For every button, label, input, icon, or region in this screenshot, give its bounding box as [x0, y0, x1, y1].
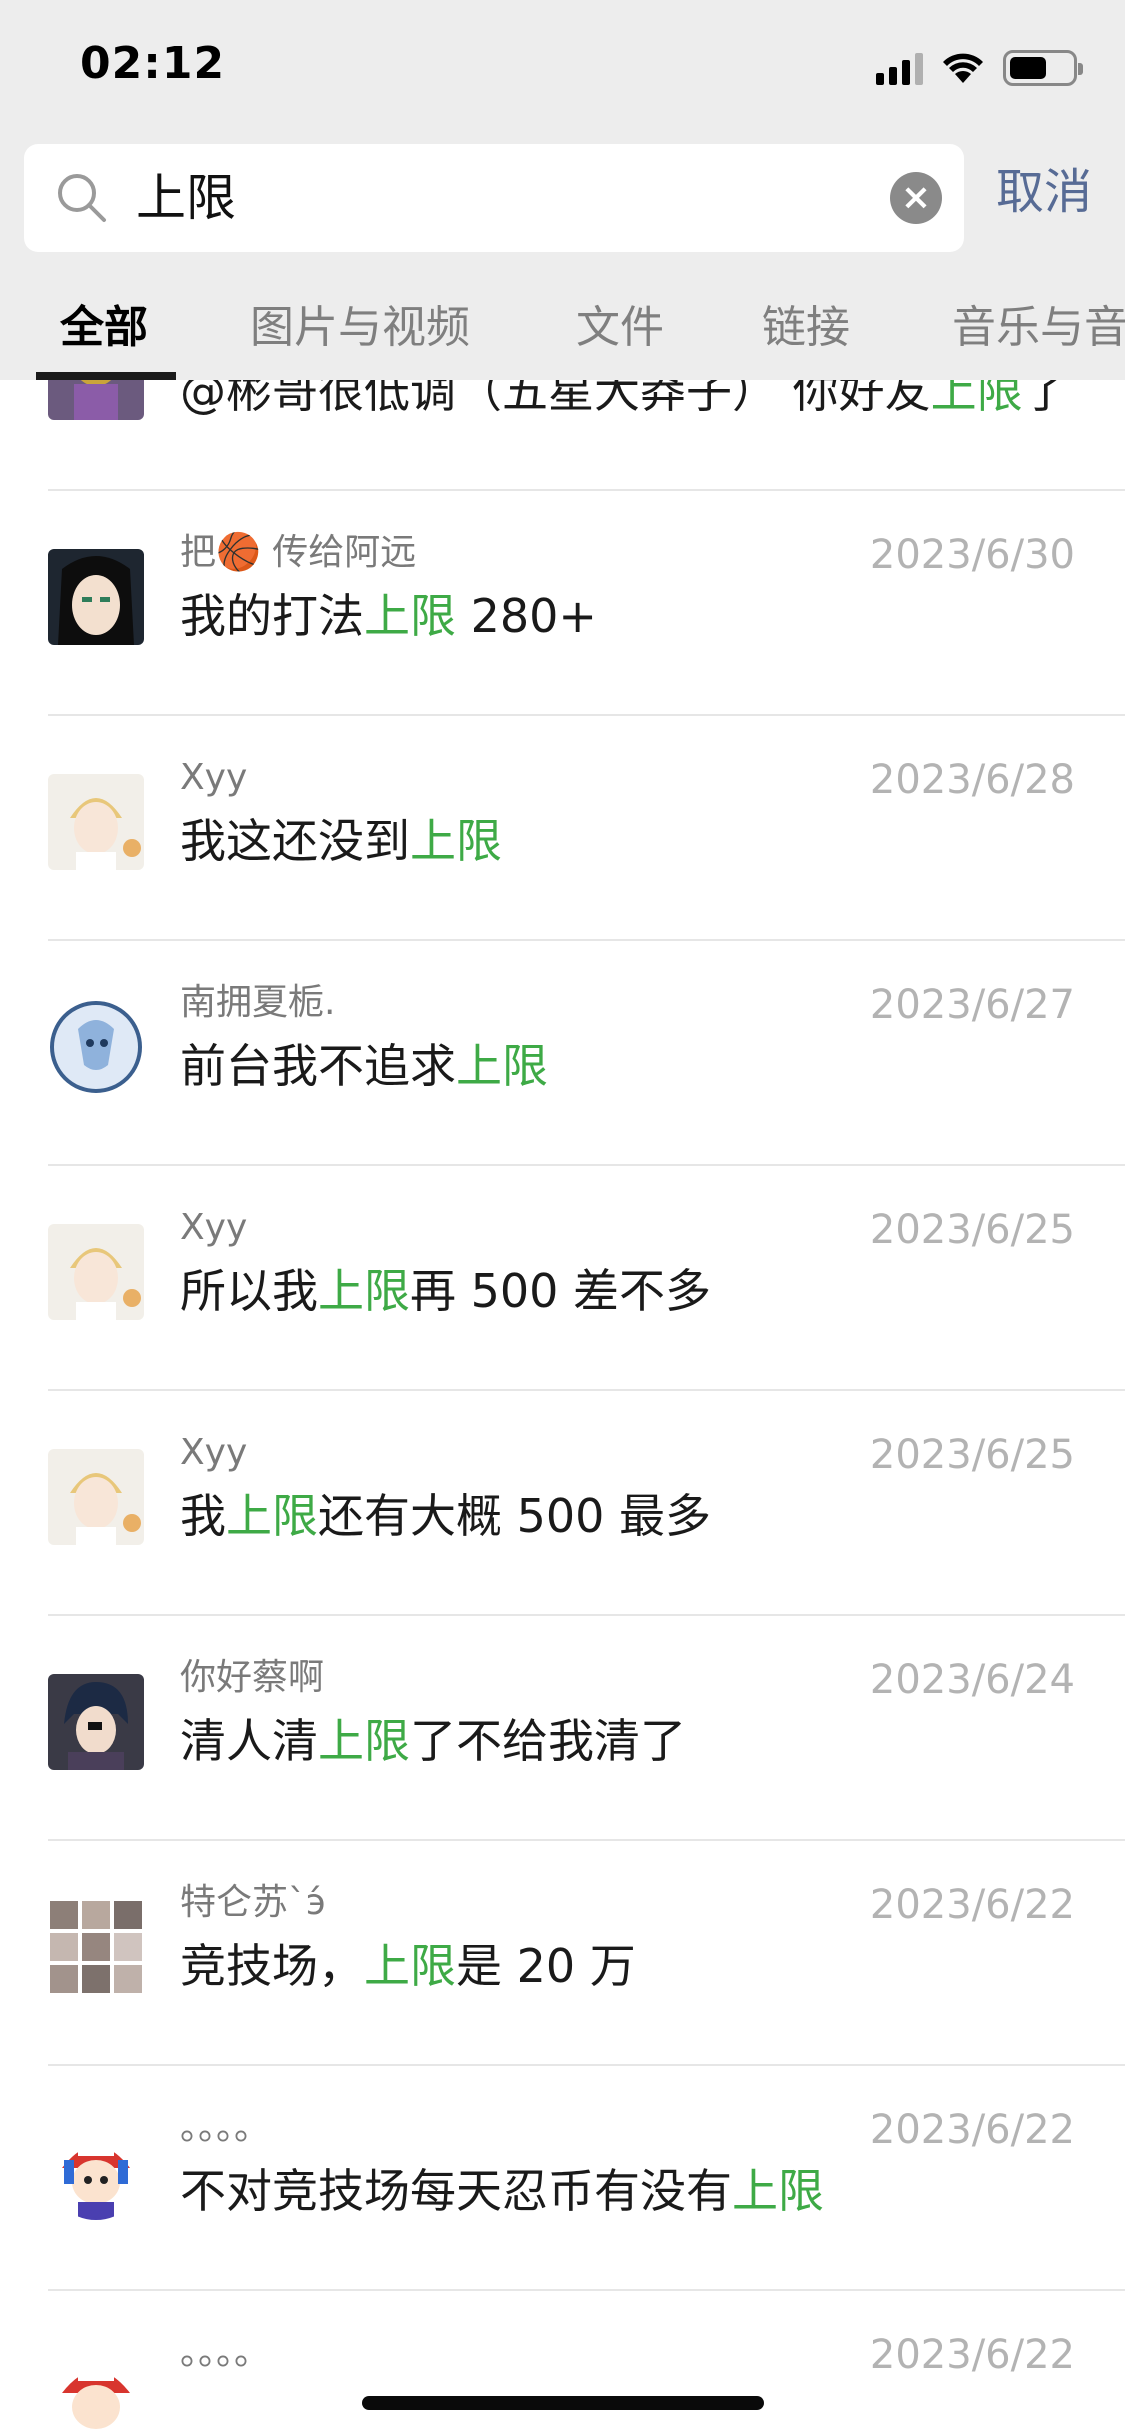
message-snippet: 不对竞技场每天忍币有没有上限	[180, 2162, 824, 2220]
battery-level	[1010, 57, 1046, 79]
avatar[interactable]	[48, 1224, 144, 1320]
sender-name: 特仑苏ˋэ́	[180, 1882, 326, 1923]
message-date: 2023/6/25	[869, 1207, 1075, 1253]
snippet-text: 了不给我清了	[410, 1714, 686, 1768]
result-item[interactable]: Xyy 2023/6/25 我上限还有大概 500 最多	[0, 1391, 1125, 1616]
message-date: 2023/6/22	[869, 2332, 1075, 2378]
result-item[interactable]: Xyy 2023/6/28 我这还没到上限	[0, 716, 1125, 941]
snippet-text: 再 500 差不多	[410, 1264, 712, 1318]
result-item[interactable]: 特仑苏ˋэ́ 2023/6/22 竞技场，上限是 20 万	[0, 1841, 1125, 2066]
result-item[interactable]: 你好蔡啊 2023/6/24 清人清上限了不给我清了	[0, 1616, 1125, 1841]
sender-name: 。。。。	[180, 2332, 271, 2373]
avatar[interactable]	[48, 1449, 144, 1545]
sender-name: Xyy	[180, 757, 248, 798]
message-date: 2023/6/24	[869, 1657, 1075, 1703]
snippet-text: 清人清	[180, 1714, 318, 1768]
message-date: 2023/6/27	[869, 982, 1075, 1028]
message-snippet: 清人清上限了不给我清了	[180, 1712, 686, 1770]
keyword-highlight: 上限	[410, 814, 502, 868]
tab-all[interactable]: 全部	[60, 300, 148, 356]
result-item[interactable]: Xyy 2023/6/25 所以我上限再 500 差不多	[0, 1166, 1125, 1391]
keyword-highlight: 上限	[930, 380, 1023, 418]
keyword-highlight: 上限	[318, 1264, 410, 1318]
search-results-list[interactable]: YJM 私教工作室-言熙星期日@彬哥很低调（五星大莽子） 你好友上限了把🏀 传给…	[0, 380, 1125, 2436]
status-icons	[876, 50, 1083, 86]
keyword-highlight: 上限	[364, 589, 456, 643]
keyword-highlight: 上限	[732, 2164, 824, 2218]
sender-name: 你好蔡啊	[180, 1657, 325, 1698]
home-indicator[interactable]	[362, 2396, 764, 2410]
avatar[interactable]	[48, 1899, 144, 1995]
search-query[interactable]: 上限	[136, 168, 236, 228]
message-date: 2023/6/30	[869, 532, 1075, 578]
message-snippet: 竞技场，上限是 20 万	[180, 1937, 636, 1995]
tab-links[interactable]: 链接	[762, 300, 850, 356]
message-date: 2023/6/28	[869, 757, 1075, 803]
tab-music[interactable]: 音乐与音	[952, 300, 1125, 356]
message-date: 2023/6/22	[869, 2107, 1075, 2153]
search-icon	[58, 174, 106, 222]
message-snippet: 所以我上限再 500 差不多	[180, 1262, 711, 1320]
keyword-highlight: 上限	[456, 1039, 548, 1093]
status-bar: 02:12	[0, 0, 1125, 132]
keyword-highlight: 上限	[226, 1489, 318, 1543]
result-item[interactable]: 南拥夏栀. 2023/6/27 前台我不追求上限	[0, 941, 1125, 1166]
snippet-text: 前台我不追求	[180, 1039, 456, 1093]
search-bar: 上限 × 取消	[0, 132, 1125, 252]
avatar[interactable]	[48, 1674, 144, 1770]
snippet-text: 所以我	[180, 1264, 318, 1318]
avatar[interactable]	[48, 549, 144, 645]
result-item[interactable]: YJM 私教工作室-言熙星期日@彬哥很低调（五星大莽子） 你好友上限了	[0, 380, 1125, 491]
wifi-icon	[943, 53, 983, 83]
sender-name: 。。。。	[180, 2107, 271, 2148]
message-snippet: 我的打法上限 280+	[180, 587, 597, 645]
keyword-highlight: 上限	[364, 1939, 456, 1993]
avatar[interactable]	[48, 999, 144, 1095]
snippet-text: 我	[180, 1489, 226, 1543]
close-icon[interactable]: ×	[890, 172, 942, 224]
snippet-text: 我这还没到	[180, 814, 410, 868]
cancel-button[interactable]: 取消	[996, 162, 1092, 222]
snippet-text: 不对竞技场每天忍币有没有	[180, 2164, 732, 2218]
avatar[interactable]	[48, 774, 144, 870]
snippet-text: 是 20 万	[456, 1939, 636, 1993]
status-time: 02:12	[80, 38, 226, 89]
result-item[interactable]: 。。。。 2023/6/22 不对竞技场每天忍币有没有上限	[0, 2066, 1125, 2291]
tab-files[interactable]: 文件	[576, 300, 664, 356]
message-date: 2023/6/25	[869, 1432, 1075, 1478]
tab-images-videos[interactable]: 图片与视频	[250, 300, 470, 356]
cellular-signal-icon	[876, 51, 923, 85]
message-date: 2023/6/22	[869, 1882, 1075, 1928]
avatar[interactable]	[48, 2124, 144, 2220]
message-snippet: 我上限还有大概 500 最多	[180, 1487, 711, 1545]
sender-name: Xyy	[180, 1207, 248, 1248]
avatar[interactable]	[48, 2349, 144, 2436]
snippet-text: 我的打法	[180, 589, 364, 643]
battery-icon	[1003, 50, 1083, 86]
message-snippet: 前台我不追求上限	[180, 1037, 548, 1095]
result-item[interactable]: 。。。。 2023/6/22	[0, 2291, 1125, 2436]
snippet-text: 竞技场，	[180, 1939, 364, 1993]
sender-name: 南拥夏栀.	[180, 982, 336, 1023]
category-tabs: 全部 图片与视频 文件 链接 音乐与音	[0, 252, 1125, 380]
avatar[interactable]	[48, 380, 144, 420]
message-snippet: 我这还没到上限	[180, 812, 502, 870]
sender-name: 把🏀 传给阿远	[180, 532, 417, 573]
message-snippet: @彬哥很低调（五星大莽子） 你好友上限了	[180, 380, 1069, 420]
snippet-text: 还有大概 500 最多	[318, 1489, 712, 1543]
snippet-text: 了	[1022, 380, 1069, 418]
active-tab-indicator	[36, 372, 176, 380]
search-input[interactable]: 上限 ×	[24, 144, 964, 252]
keyword-highlight: 上限	[318, 1714, 410, 1768]
result-item[interactable]: 把🏀 传给阿远 2023/6/30 我的打法上限 280+	[0, 491, 1125, 716]
snippet-text: @彬哥很低调（五星大莽子） 你好友	[180, 380, 931, 418]
sender-name: Xyy	[180, 1432, 248, 1473]
snippet-text: 280+	[456, 589, 597, 643]
